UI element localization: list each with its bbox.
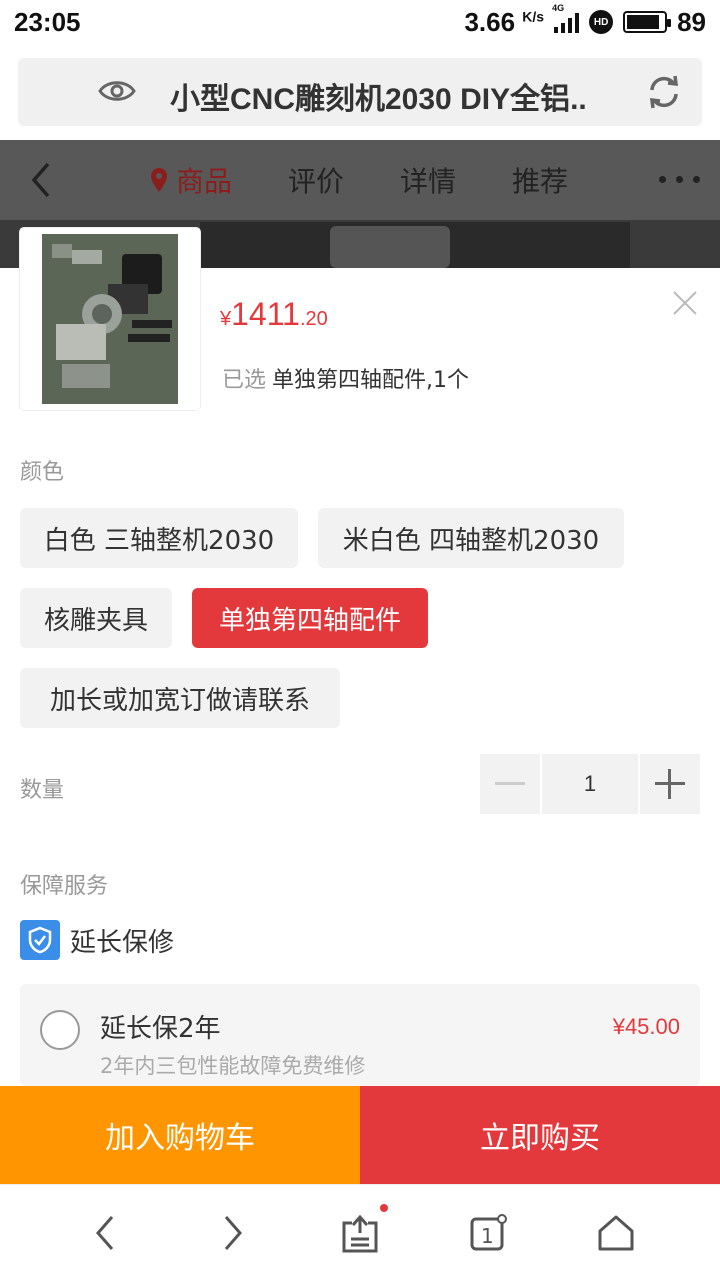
quantity-input[interactable]: 1 (542, 754, 638, 814)
network-type: 4G (552, 3, 565, 13)
network-speed: 3.66 K/s (464, 7, 544, 38)
tab-reviews[interactable]: 评价 (288, 160, 344, 200)
product-thumbnail (20, 228, 200, 410)
plan-name: 延长保2年 (100, 1014, 221, 1044)
warranty-plan-2yr[interactable]: 延长保2年 2年内三包性能故障免费维修 ¥45.00 (20, 984, 700, 1086)
selected-label: 已选 (222, 368, 267, 393)
option-white-3axis[interactable]: 白色 三轴整机2030 (20, 508, 298, 568)
hd-icon: HD (589, 10, 614, 34)
reload-icon[interactable] (646, 74, 682, 110)
warranty-label: 延长保修 (70, 927, 175, 958)
home-icon[interactable] (596, 1213, 636, 1253)
more-icon[interactable] (659, 176, 700, 183)
quantity-label: 数量 (20, 778, 65, 803)
forward-icon[interactable] (212, 1213, 252, 1253)
signal-icon: 4G (552, 3, 580, 33)
minus-icon (495, 782, 525, 785)
close-icon[interactable] (672, 290, 698, 316)
buy-now-button[interactable]: 立即购买 (360, 1086, 720, 1184)
plan-description: 2年内三包性能故障免费维修 (100, 1054, 366, 1078)
browser-toolbar: 1 (0, 1184, 720, 1280)
status-time: 23:05 (14, 6, 81, 37)
status-bar: 23:05 3.66 K/s 4G HD 89 (0, 0, 720, 44)
battery-level: 89 (677, 6, 706, 37)
tab-goods[interactable]: 商品 (150, 160, 232, 200)
selected-summary: 已选 单独第四轴配件,1个 (222, 362, 469, 394)
price-integer: 1411 (231, 296, 300, 332)
extended-warranty: 延长保修 (20, 920, 174, 960)
eye-icon (98, 81, 136, 101)
svg-text:1: 1 (481, 1224, 494, 1248)
share-icon[interactable] (340, 1213, 380, 1253)
price-decimal: .20 (299, 308, 328, 330)
shield-icon (20, 920, 60, 960)
service-section-label: 保障服务 (20, 874, 109, 899)
tab-details[interactable]: 详情 (400, 160, 456, 200)
selected-value: 单独第四轴配件,1个 (272, 368, 470, 393)
quantity-stepper: 1 (480, 754, 700, 814)
option-carving-fixture[interactable]: 核雕夹具 (20, 588, 172, 648)
tabs-icon[interactable]: 1 (468, 1213, 508, 1253)
back-icon[interactable] (86, 1213, 126, 1253)
background-product-detail (330, 226, 450, 268)
price-currency: ¥ (220, 308, 232, 330)
increase-button[interactable] (640, 754, 700, 814)
product-price: ¥1411.20 (220, 296, 328, 333)
nav-tabs: 商品 评价 详情 推荐 (150, 140, 624, 220)
decrease-button[interactable] (480, 754, 540, 814)
tab-recommend[interactable]: 推荐 (512, 160, 568, 200)
option-offwhite-4axis[interactable]: 米白色 四轴整机2030 (318, 508, 624, 568)
notification-dot (380, 1204, 388, 1212)
add-to-cart-button[interactable]: 加入购物车 (0, 1086, 360, 1184)
color-section-label: 颜色 (20, 460, 65, 485)
plan-radio[interactable] (40, 1010, 80, 1050)
page-title: 小型CNC雕刻机2030 DIY全铝.. (170, 83, 587, 116)
back-arrow-icon[interactable] (26, 160, 56, 200)
address-bar[interactable]: 小型CNC雕刻机2030 DIY全铝.. (18, 58, 702, 126)
option-custom-contact[interactable]: 加长或加宽订做请联系 (20, 668, 340, 728)
option-4th-axis-only[interactable]: 单独第四轴配件 (192, 588, 428, 648)
product-nav-bar: 商品 评价 详情 推荐 (0, 140, 720, 220)
tab-goods-label: 商品 (176, 165, 233, 198)
network-speed-unit: K/s (522, 7, 545, 24)
plus-icon (655, 769, 685, 799)
network-speed-value: 3.66 (464, 6, 516, 37)
product-image (42, 234, 178, 404)
location-pin-icon (151, 168, 167, 192)
battery-icon (623, 11, 672, 33)
plan-price: ¥45.00 (612, 1014, 680, 1039)
